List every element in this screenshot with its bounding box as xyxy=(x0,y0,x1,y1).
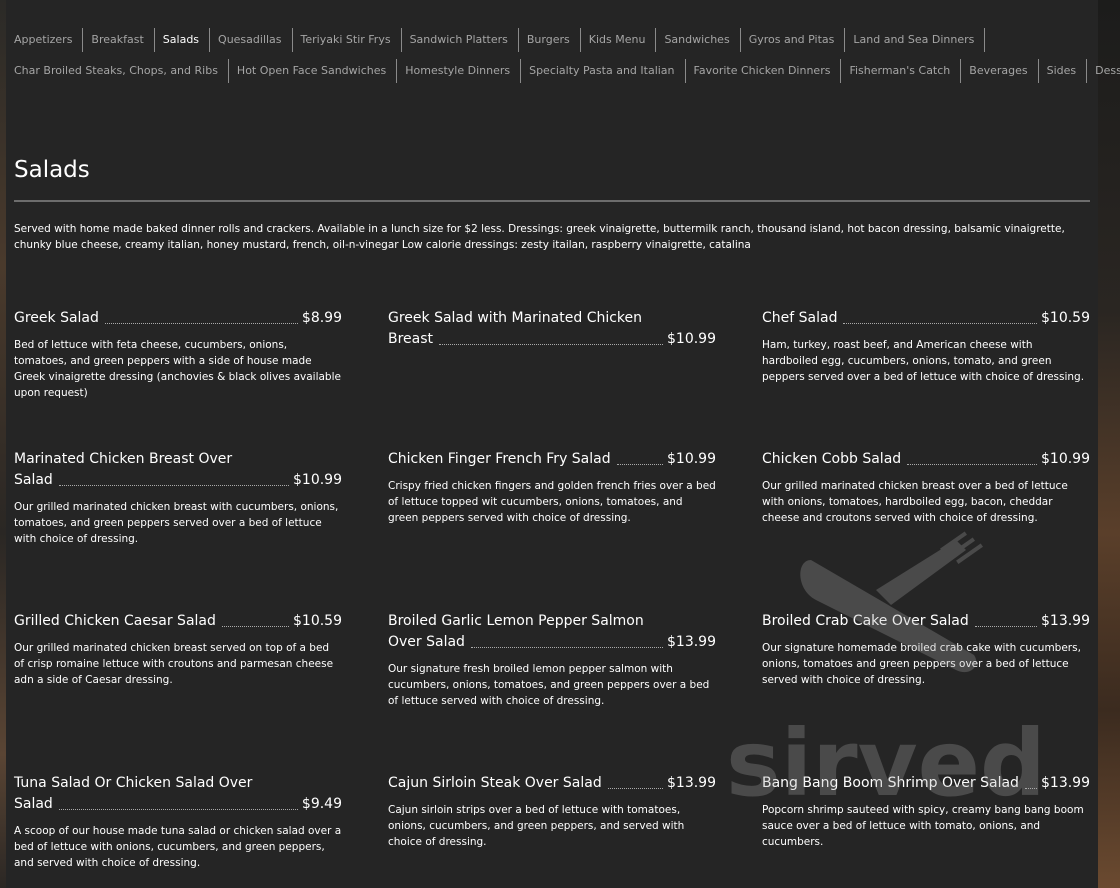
menu-item-header: Grilled Chicken Caesar Salad $10.59 xyxy=(14,611,342,632)
tab-teriyaki-stir-frys[interactable]: Teriyaki Stir Frys xyxy=(293,28,402,52)
menu-item-price: $13.99 xyxy=(667,775,716,791)
menu-item-header: Greek Salad $8.99 xyxy=(14,308,342,329)
menu-item-leader-dots xyxy=(59,485,289,486)
tab-salads[interactable]: Salads xyxy=(155,28,211,52)
menu-item-header: Broiled Crab Cake Over Salad $13.99 xyxy=(762,611,1090,632)
menu-item-chicken-cobb-salad: Chicken Cobb Salad $10.99 Our grilled mari… xyxy=(762,449,1090,526)
menu-item-price: $13.99 xyxy=(667,634,716,650)
menu-item-header: Cajun Sirloin Steak Over Salad $13.99 xyxy=(388,773,716,794)
menu-panel: Appetizers Breakfast Salads Quesadillas Teri… xyxy=(6,0,1120,888)
menu-item-broiled-crab-cake-over-salad: Broiled Crab Cake Over Salad $13.99 Our si… xyxy=(762,611,1090,688)
menu-item-name: Tuna Salad Or Chicken Salad Over xyxy=(14,775,253,791)
menu-item-header: Broiled Garlic Lemon Pepper Salmon Over S… xyxy=(388,611,716,653)
tab-beverages[interactable]: Beverages xyxy=(961,59,1039,83)
menu-item-description: A scoop of our house made tuna salad or … xyxy=(14,825,342,869)
section-description: Served with home made baked dinner rolls… xyxy=(14,223,1065,251)
menu-item-broiled-garlic-lemon-pepper-salmon-over-salad: Broiled Garlic Lemon Pepper Salmon Over S… xyxy=(388,611,716,709)
menu-item-leader-dots xyxy=(105,323,298,324)
menu-item-name: Greek Salad with Marinated Chicken xyxy=(388,310,643,326)
menu-item-price: $10.99 xyxy=(293,472,342,488)
menu-item-leader-dots xyxy=(975,626,1037,627)
menu-item-price: $13.99 xyxy=(1041,775,1090,791)
menu-item-marinated-chicken-breast-over-salad: Marinated Chicken Breast Over Salad $10.99… xyxy=(14,449,342,547)
menu-item-leader-dots xyxy=(439,344,663,345)
menu-item-description: Ham, turkey, roast beef, and American ch… xyxy=(762,339,1085,383)
menu-item-name: Marinated Chicken Breast Over xyxy=(14,451,233,467)
menu-item-name: Salad xyxy=(14,796,53,812)
menu-item-leader-dots xyxy=(617,464,663,465)
menu-item-price: $8.99 xyxy=(301,310,342,326)
menu-item-header: Chef Salad $10.59 xyxy=(762,308,1090,329)
category-nav: Appetizers Breakfast Salads Quesadillas Teri… xyxy=(6,26,1120,88)
menu-item-header: Chicken Finger French Fry Salad $10.99 xyxy=(388,449,716,470)
menu-item-description: Popcorn shrimp sauteed with spicy, cream… xyxy=(762,804,1084,848)
menu-item-price: $10.99 xyxy=(1041,451,1090,467)
menu-item-description: Our grilled marinated chicken breast wit… xyxy=(14,501,339,545)
menu-item-leader-dots xyxy=(843,323,1037,324)
menu-item-description: Our grilled marinated chicken breast ove… xyxy=(762,480,1068,524)
menu-item-price: $10.99 xyxy=(667,451,716,467)
menu-item-price: $10.59 xyxy=(293,613,342,629)
menu-item-description: Bed of lettuce with feta cheese, cucumbe… xyxy=(14,339,341,399)
menu-item-header: Chicken Cobb Salad $10.99 xyxy=(762,449,1090,470)
menu-item-greek-salad-with-marinated-chicken-breast: Greek Salad with Marinated Chicken Breast… xyxy=(388,308,716,350)
menu-item-price: $13.99 xyxy=(1041,613,1090,629)
menu-item-header: Tuna Salad Or Chicken Salad Over Salad $9.… xyxy=(14,773,342,815)
tab-desserts[interactable]: Desserts xyxy=(1087,59,1120,83)
tab-appetizers[interactable]: Appetizers xyxy=(6,28,84,52)
menu-item-leader-dots xyxy=(1025,788,1037,789)
tab-breakfast[interactable]: Breakfast xyxy=(83,28,155,52)
tab-kids-menu[interactable]: Kids Menu xyxy=(581,28,657,52)
menu-item-chicken-finger-french-fry-salad: Chicken Finger French Fry Salad $10.99 Cri… xyxy=(388,449,716,526)
tab-sandwiches[interactable]: Sandwiches xyxy=(656,28,741,52)
tab-sides[interactable]: Sides xyxy=(1039,59,1088,83)
tab-fisherman-s-catch[interactable]: Fisherman's Catch xyxy=(841,59,962,83)
section-title: Salads xyxy=(14,157,90,183)
menu-item-price: $10.59 xyxy=(1041,310,1090,326)
tab-homestyle-dinners[interactable]: Homestyle Dinners xyxy=(397,59,522,83)
tab-specialty-pasta-and-italian[interactable]: Specialty Pasta and Italian xyxy=(521,59,686,83)
menu-item-bang-bang-boom-shrimp-over-salad: Bang Bang Boom Shrimp Over Salad $13.99 Po… xyxy=(762,773,1090,850)
menu-item-header: Greek Salad with Marinated Chicken Breast… xyxy=(388,308,716,350)
tab-hot-open-face-sandwiches[interactable]: Hot Open Face Sandwiches xyxy=(229,59,398,83)
menu-item-header: Bang Bang Boom Shrimp Over Salad $13.99 xyxy=(762,773,1090,794)
menu-item-description: Our grilled marinated chicken breast ser… xyxy=(14,642,334,686)
section-divider xyxy=(14,200,1090,202)
category-nav-row-1: Appetizers Breakfast Salads Quesadillas Teri… xyxy=(6,26,1098,54)
tab-sandwich-platters[interactable]: Sandwich Platters xyxy=(402,28,519,52)
menu-item-leader-dots xyxy=(471,647,663,648)
menu-item-leader-dots xyxy=(222,626,289,627)
menu-item-header: Marinated Chicken Breast Over Salad $10.99 xyxy=(14,449,342,491)
tab-gyros-and-pitas[interactable]: Gyros and Pitas xyxy=(741,28,846,52)
menu-item-leader-dots xyxy=(608,788,663,789)
menu-item-greek-salad: Greek Salad $8.99 Bed of lettuce with feta… xyxy=(14,308,342,401)
menu-item-cajun-sirloin-steak-over-salad: Cajun Sirloin Steak Over Salad $13.99 Caju… xyxy=(388,773,716,850)
category-nav-row-2: Char Broiled Steaks, Chops, and Ribs Hot … xyxy=(6,57,1120,85)
menu-item-description: Cajun sirloin strips over a bed of lettu… xyxy=(388,804,685,848)
menu-item-price: $10.99 xyxy=(667,331,716,347)
tab-favorite-chicken-dinners[interactable]: Favorite Chicken Dinners xyxy=(686,59,842,83)
menu-item-leader-dots xyxy=(59,809,298,810)
tab-char-broiled-steaks-chops-and-ribs[interactable]: Char Broiled Steaks, Chops, and Ribs xyxy=(6,59,229,83)
menu-item-grilled-chicken-caesar-salad: Grilled Chicken Caesar Salad $10.59 Our gr… xyxy=(14,611,342,688)
tab-quesadillas[interactable]: Quesadillas xyxy=(210,28,293,52)
menu-item-leader-dots xyxy=(907,464,1037,465)
menu-item-description: Crispy fried chicken fingers and golden … xyxy=(388,480,716,524)
tab-burgers[interactable]: Burgers xyxy=(519,28,581,52)
menu-item-name: Greek Salad xyxy=(14,310,99,326)
menu-item-description: Our signature homemade broiled crab cake… xyxy=(762,642,1081,686)
background-right-edge xyxy=(1098,0,1120,888)
menu-item-name: Broiled Garlic Lemon Pepper Salmon xyxy=(388,613,644,629)
menu-item-tuna-salad-or-chicken-salad-over-salad: Tuna Salad Or Chicken Salad Over Salad $9.… xyxy=(14,773,342,871)
tab-land-and-sea-dinners[interactable]: Land and Sea Dinners xyxy=(845,28,986,52)
menu-item-description: Our signature fresh broiled lemon pepper… xyxy=(388,663,710,707)
menu-item-price: $9.49 xyxy=(301,796,342,812)
menu-item-chef-salad: Chef Salad $10.59 Ham, turkey, roast beef,… xyxy=(762,308,1090,385)
